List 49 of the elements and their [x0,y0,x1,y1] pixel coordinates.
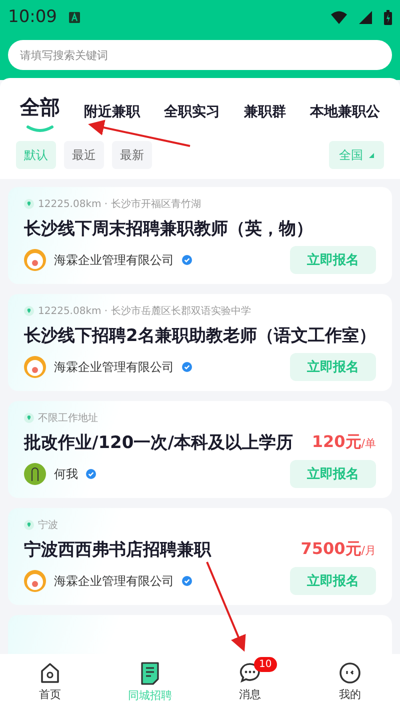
job-card[interactable]: 12225.08km · 长沙市开福区青竹湖 长沙线下周末招聘兼职教师（英，物） 海霖企业管理有限公司 立即报名 [8,187,392,284]
dropdown-corner-icon [369,152,374,158]
wifi-icon [331,10,347,24]
battery-icon [384,10,392,24]
tab-indicator [26,125,54,133]
company-name: 海霖企业管理有限公司 [54,252,174,268]
company-name: 海霖企业管理有限公司 [54,358,174,376]
job-title: 批改作业/120一次/本科及以上学历 [24,432,293,454]
sort-chip[interactable]: 最近 [64,141,104,169]
job-card[interactable]: 12225.08km · 长沙市岳麓区长郡双语实验中学 长沙线下招聘2名兼职助教老师（语文工作室） 海霖企业管理有限公司 立即报名 [8,294,392,391]
category-tab[interactable]: 兼职群 [244,99,286,133]
sort-chip[interactable]: 最新 [112,141,152,169]
category-tab[interactable]: 本地兼职公 [310,99,380,133]
location-pin-icon [24,199,34,209]
job-location: 12225.08km · 长沙市岳麓区长郡双语实验中学 [38,304,251,318]
status-time: 10:09 [8,7,57,27]
job-card[interactable]: 宁波 宁波西西弗书店招聘兼职 7500元/月 海霖企业管理有限公司 立即报名 [8,508,392,605]
search-field[interactable]: 请填写搜索关键词 [8,40,392,70]
avatar-icon [24,249,46,271]
location-pin-icon [24,413,34,423]
job-title: 长沙线下周末招聘兼职教师（英，物） [24,218,313,240]
chat-icon [239,662,261,684]
job-card[interactable]: 不限工作地址 批改作业/120一次/本科及以上学历 120元/单 何我 立即报名 [8,401,392,498]
location-pin-icon [24,306,34,316]
company-name: 海霖企业管理有限公司 [54,572,174,590]
document-icon [139,661,161,685]
signal-icon [359,10,372,24]
job-salary: 7500元/月 [300,539,376,560]
avatar-icon [24,463,46,485]
profile-icon [339,662,361,684]
company-name: 何我 [54,466,78,482]
job-title: 宁波西西弗书店招聘兼职 [24,539,211,561]
nav-tab[interactable]: 消息 10 [200,654,300,710]
job-location: 12225.08km · 长沙市开福区青竹湖 [38,198,201,211]
nav-tab[interactable]: 首页 [0,654,100,710]
home-icon [39,662,61,684]
avatar-icon [24,570,46,592]
location-pin-icon [24,520,34,530]
unread-badge: 10 [254,657,277,672]
job-location: 不限工作地址 [38,412,98,425]
keyboard-notification-icon [69,12,80,22]
category-tab[interactable]: 附近兼职 [84,99,140,133]
category-tab[interactable]: 全职实习 [164,99,220,133]
job-location: 宁波 [38,518,58,532]
job-salary: 120元/单 [312,432,376,453]
category-tab[interactable]: 全部 [20,90,60,133]
job-title: 长沙线下招聘2名兼职助教老师（语文工作室） [24,325,376,347]
avatar-icon [24,356,46,378]
nav-tab[interactable]: 我的 [300,654,400,710]
